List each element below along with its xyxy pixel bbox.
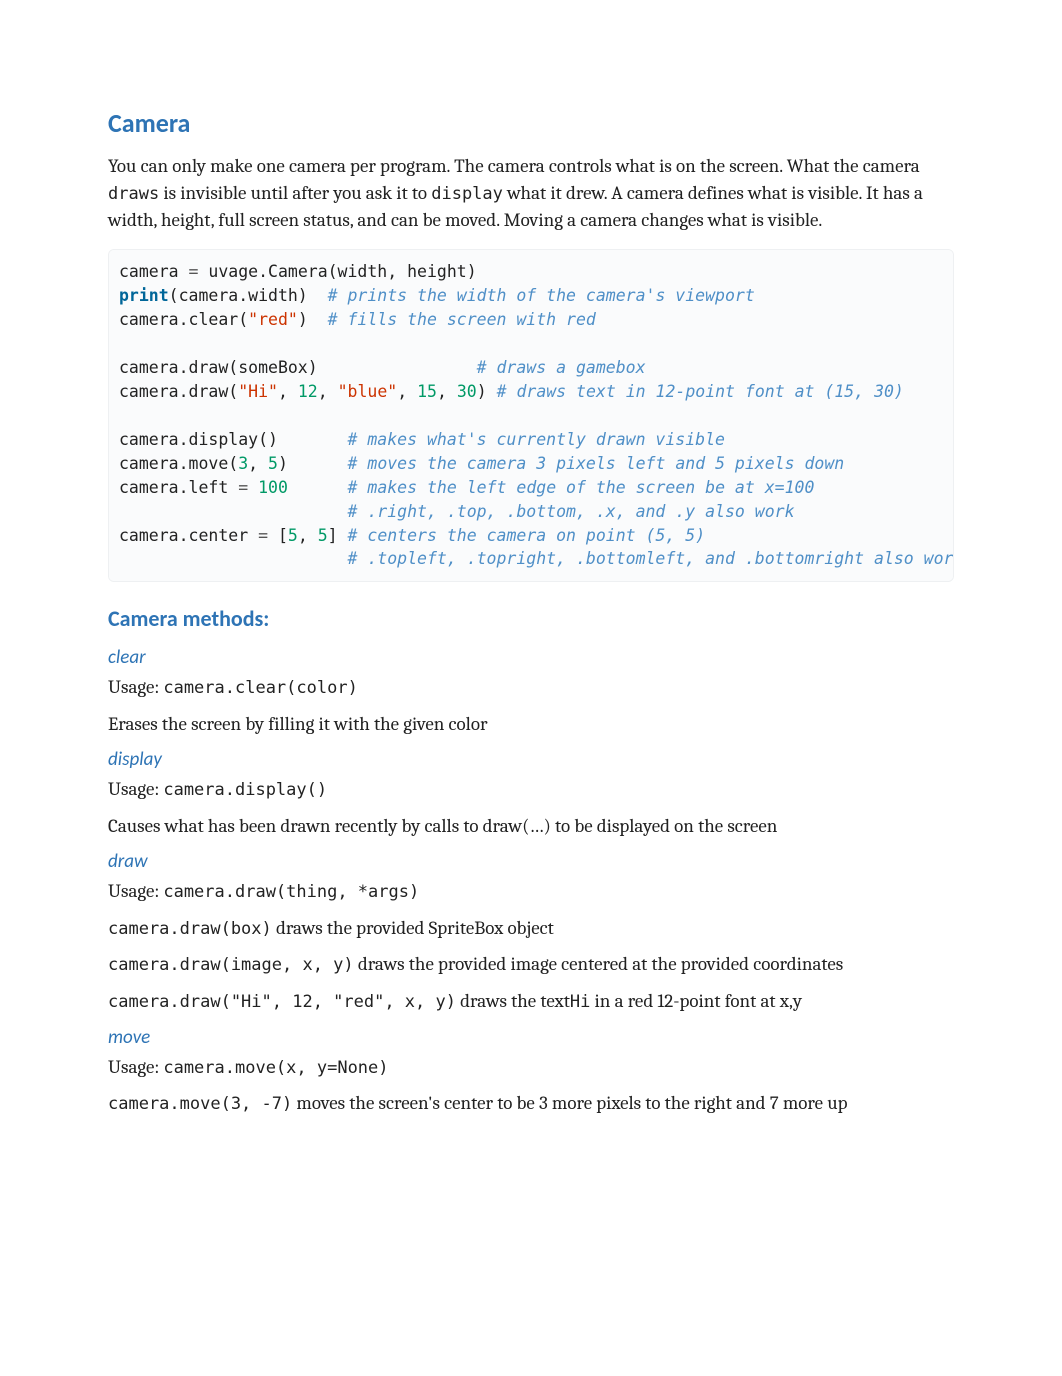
usage-move: Usage: camera.move(x, y=None): [108, 1054, 954, 1081]
usage-label: Usage:: [108, 880, 163, 902]
move-example: camera.move(3, -7) moves the screen's ce…: [108, 1090, 954, 1117]
usage-code: camera.clear(color): [163, 678, 357, 698]
inline-code: camera.draw(box): [108, 919, 272, 939]
method-desc-clear: Erases the screen by filling it with the…: [108, 711, 954, 738]
inline-code: camera.move(3, -7): [108, 1094, 292, 1114]
draw-example-3: camera.draw("Hi", 12, "red", x, y) draws…: [108, 988, 954, 1015]
example-text: in a red 12-point font at x,y: [590, 990, 802, 1012]
inline-code: camera.draw(image, x, y): [108, 955, 354, 975]
intro-text: is invisible until after you ask it to: [159, 182, 431, 204]
usage-label: Usage:: [108, 1056, 163, 1078]
usage-code: camera.move(x, y=None): [163, 1058, 388, 1078]
inline-code-draws: draws: [108, 184, 159, 204]
usage-code: camera.draw(thing, *args): [163, 882, 419, 902]
inline-code: camera.draw("Hi", 12, "red", x, y): [108, 992, 456, 1012]
code-example-camera: camera = uvage.Camera(width, height) pri…: [108, 249, 954, 582]
draw-example-1: camera.draw(box) draws the provided Spri…: [108, 915, 954, 942]
usage-label: Usage:: [108, 676, 163, 698]
usage-display: Usage: camera.display(): [108, 776, 954, 803]
example-text: draws the text: [456, 990, 570, 1012]
method-name-draw: draw: [108, 849, 954, 876]
example-text: draws the provided image centered at the…: [354, 953, 844, 975]
usage-code: camera.display(): [163, 780, 327, 800]
usage-draw: Usage: camera.draw(thing, *args): [108, 878, 954, 905]
section-heading-camera: Camera: [108, 105, 954, 141]
method-desc-display: Causes what has been drawn recently by c…: [108, 813, 954, 840]
example-text: moves the screen's center to be 3 more p…: [292, 1092, 847, 1114]
draw-example-2: camera.draw(image, x, y) draws the provi…: [108, 951, 954, 978]
inline-code-display: display: [431, 184, 503, 204]
method-name-display: display: [108, 747, 954, 774]
subsection-camera-methods: Camera methods:: [108, 604, 954, 635]
inline-code-hi: Hi: [570, 992, 590, 1012]
usage-label: Usage:: [108, 778, 163, 800]
intro-paragraph: You can only make one camera per program…: [108, 153, 954, 233]
intro-text: You can only make one camera per program…: [108, 155, 920, 177]
usage-clear: Usage: camera.clear(color): [108, 674, 954, 701]
method-name-move: move: [108, 1025, 954, 1052]
method-name-clear: clear: [108, 645, 954, 672]
example-text: draws the provided SpriteBox object: [272, 917, 554, 939]
